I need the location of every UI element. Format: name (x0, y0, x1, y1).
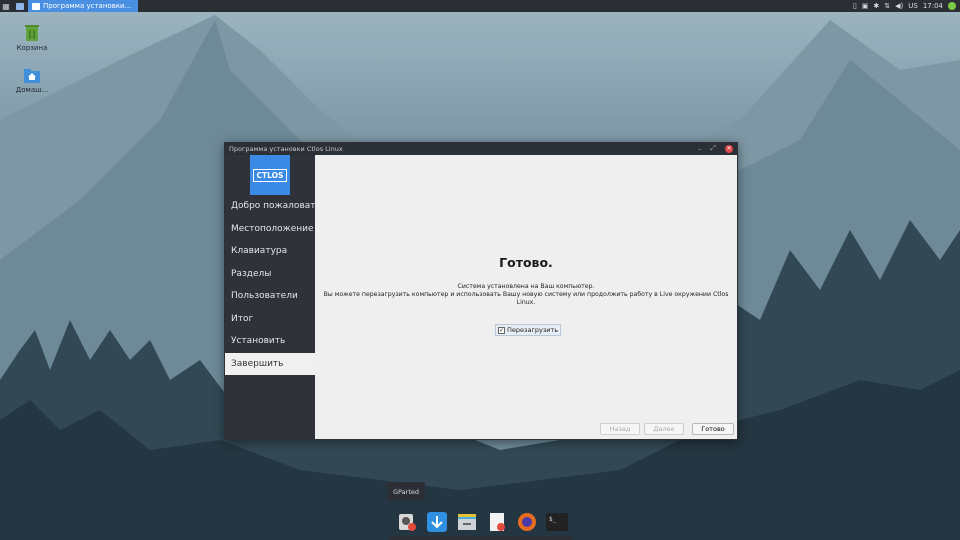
sidebar-item: Установить (231, 336, 286, 347)
finish-message: Система установлена на Ваш компьютер. Вы… (315, 283, 737, 307)
next-button[interactable]: Далее (644, 423, 684, 435)
desktop-icon-label: Корзина (16, 44, 48, 52)
file-manager-icon[interactable] (456, 511, 478, 533)
chat-icon[interactable] (12, 0, 28, 12)
sidebar-item: Итог (231, 313, 254, 324)
svg-text:$_: $_ (549, 516, 557, 523)
logo-text: CTLOS (252, 168, 288, 182)
ctlos-logo: CTLOS (250, 155, 290, 195)
top-panel: ▦ Программа установки... ▯ ▣ ✱ ⇅ ◀) US 1… (0, 0, 960, 12)
clipboard-icon[interactable]: ▯ (853, 2, 857, 10)
trash-icon (25, 25, 39, 41)
message-line-2: Вы можете перезагрузить компьютер и испо… (323, 291, 729, 306)
desktop-icon-home[interactable]: Домаш... (12, 68, 52, 94)
volume-icon[interactable]: ◀) (895, 2, 903, 10)
minimize-icon[interactable]: – (698, 145, 702, 153)
window-title: Программа установки Ctlos Linux (229, 144, 343, 153)
network-icon[interactable]: ⇅ (884, 2, 890, 10)
bluetooth-icon[interactable]: ✱ (873, 2, 879, 10)
home-folder-icon (24, 69, 40, 83)
sidebar-item: Завершить (225, 352, 315, 375)
firefox-icon[interactable] (516, 511, 538, 533)
notifications-icon[interactable]: ▣ (862, 2, 869, 10)
app-menu-icon[interactable]: ▦ (0, 0, 12, 12)
sidebar-item: Добро пожаловать (231, 201, 315, 212)
text-editor-icon[interactable] (486, 511, 508, 533)
sidebar-item: Разделы (231, 268, 272, 279)
window-titlebar[interactable]: Программа установки Ctlos Linux – ⤢ ✕ (224, 142, 738, 155)
installer-sidebar: CTLOS Добро пожаловать Местоположение Клав… (225, 155, 315, 439)
reboot-checkbox[interactable]: ✓ Перезагрузить (495, 324, 562, 336)
taskbar-installer-label: Программа установки... (43, 2, 132, 10)
reboot-label: Перезагрузить (507, 326, 559, 334)
sidebar-item: Пользователи (231, 291, 298, 302)
installer-content: Готово. Система установлена на Ваш компь… (315, 155, 737, 439)
sidebar-item: Местоположение (231, 223, 314, 234)
installer-icon (32, 2, 40, 10)
desktop-icon-label: Домаш... (15, 86, 49, 94)
page-heading: Готово. (499, 255, 553, 270)
maximize-icon[interactable]: ⤢ (710, 144, 716, 153)
sidebar-item: Клавиатура (231, 246, 288, 257)
installer-window: Программа установки Ctlos Linux – ⤢ ✕ CT… (224, 142, 738, 440)
close-icon[interactable]: ✕ (725, 144, 733, 153)
back-button[interactable]: Назад (600, 423, 640, 435)
system-tray: ▯ ▣ ✱ ⇅ ◀) US 17:04 (853, 0, 956, 12)
keyboard-layout[interactable]: US (908, 2, 918, 10)
gparted-icon[interactable] (396, 511, 418, 533)
dock-bar (389, 536, 573, 540)
message-line-1: Система установлена на Ваш компьютер. (457, 283, 595, 290)
dock: $_ (390, 506, 570, 538)
checkbox-check-icon[interactable]: ✓ (498, 326, 505, 334)
download-icon[interactable] (426, 511, 448, 533)
clock[interactable]: 17:04 (923, 2, 943, 10)
dock-tooltip: GParted (387, 482, 425, 501)
power-icon[interactable] (948, 2, 956, 10)
done-button[interactable]: Готово (692, 423, 734, 435)
terminal-icon[interactable]: $_ (546, 511, 568, 533)
taskbar-installer-button[interactable]: Программа установки... (28, 0, 138, 12)
desktop-icon-trash[interactable]: Корзина (12, 24, 52, 52)
